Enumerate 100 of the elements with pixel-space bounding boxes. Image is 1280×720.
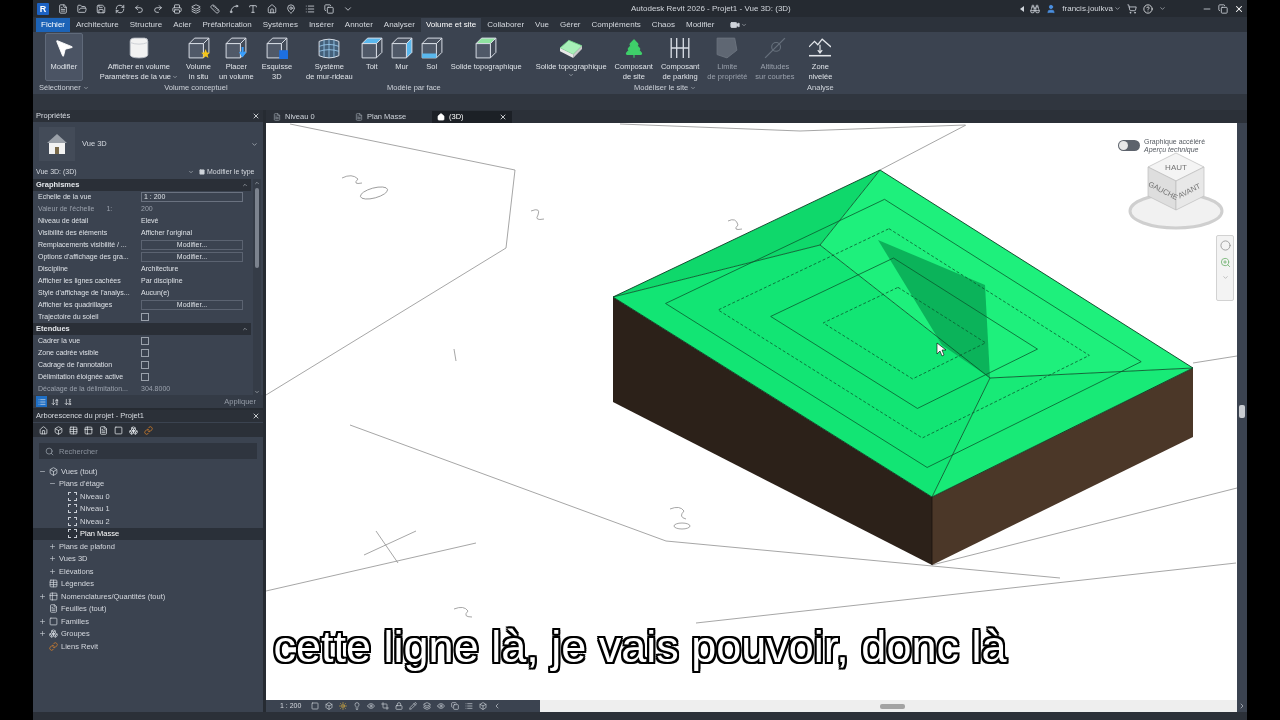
text-icon[interactable] (248, 3, 258, 14)
expand-icon (48, 555, 56, 563)
ribbon-tab[interactable]: Collaborer (482, 18, 530, 32)
user-menu-button[interactable]: francis.joulkva (1062, 2, 1121, 15)
square-icon[interactable] (114, 425, 123, 435)
sun-icon[interactable] (339, 702, 348, 710)
cube-icon[interactable] (54, 425, 63, 435)
vertical-scrollbar[interactable] (1237, 123, 1247, 700)
eye-icon[interactable] (437, 702, 446, 710)
ribbon-tab[interactable]: Chaos (646, 18, 680, 32)
box-arrow-icon (225, 37, 248, 59)
close-icon[interactable] (252, 112, 260, 120)
ribbon-tab[interactable]: Architecture (71, 18, 124, 32)
house-icon (437, 113, 445, 121)
app-logo[interactable]: R (37, 2, 49, 15)
pencil-icon[interactable] (409, 702, 418, 710)
caret-icon[interactable] (1159, 5, 1166, 12)
ribbon-tab[interactable]: Préfabrication (197, 18, 257, 32)
close-icon[interactable] (252, 412, 260, 420)
vertical-scrollbar[interactable] (253, 179, 261, 395)
link-icon (49, 641, 58, 651)
eye-icon[interactable] (367, 702, 376, 710)
expand-icon (48, 542, 56, 550)
layers-icon[interactable] (423, 702, 432, 710)
sheet-icon[interactable] (99, 425, 108, 435)
square-icon[interactable] (311, 702, 320, 710)
checkbox[interactable] (141, 373, 149, 381)
expand-icon (38, 630, 46, 638)
house-icon (39, 127, 75, 161)
redo-icon[interactable] (153, 3, 163, 14)
restore-icon[interactable] (1218, 3, 1228, 14)
caret-icon (188, 169, 194, 175)
help-icon[interactable] (1143, 3, 1153, 14)
toggle-switch[interactable] (1118, 140, 1140, 151)
ribbon-tab[interactable]: Modifier (681, 18, 720, 32)
ribbon-tab[interactable]: Structure (124, 18, 168, 32)
ribbon-tab[interactable]: Volume et site (420, 18, 482, 32)
close-icon[interactable] (499, 113, 507, 121)
ruler-icon[interactable] (210, 3, 220, 14)
box-badge-icon (265, 37, 288, 59)
scrollbar-thumb[interactable] (1239, 405, 1245, 418)
cart-icon[interactable] (1127, 3, 1137, 14)
spline-icon[interactable] (229, 3, 239, 14)
house-icon[interactable] (39, 425, 48, 435)
lock-icon[interactable] (395, 702, 404, 710)
house-icon[interactable] (267, 3, 277, 14)
ribbon-tab[interactable]: Annoter (339, 18, 378, 32)
undo-icon[interactable] (134, 3, 144, 14)
crop-icon[interactable] (381, 702, 390, 710)
checkbox[interactable] (141, 337, 149, 345)
sort-ascending-button[interactable] (49, 396, 60, 407)
horizontal-scrollbar[interactable] (540, 700, 1237, 712)
ribbon-tab[interactable]: Analyser (378, 18, 420, 32)
scrollbar-thumb[interactable] (255, 188, 259, 268)
ribbon-tab[interactable]: Systèmes (257, 18, 303, 32)
caret-left-icon[interactable] (1020, 5, 1025, 12)
windows-icon[interactable] (451, 702, 460, 710)
cube-icon (49, 466, 58, 476)
terrain-icon (560, 37, 583, 59)
link-icon[interactable] (144, 425, 153, 435)
save-icon[interactable] (96, 3, 106, 14)
table-icon (49, 591, 58, 601)
ribbon-tab[interactable]: Compléments (586, 18, 646, 32)
ribbon-tab[interactable]: Acier (168, 18, 197, 32)
solid-block-icon (127, 37, 150, 59)
document-icon[interactable] (58, 3, 68, 14)
ribbon-tab[interactable]: Insérer (303, 18, 339, 32)
printer-icon[interactable] (172, 3, 182, 14)
pin-icon[interactable] (286, 3, 296, 14)
cube-icon[interactable] (325, 702, 334, 710)
scroll-right-icon[interactable] (1238, 702, 1246, 710)
scrollbar-thumb[interactable] (880, 703, 905, 709)
sync-icon[interactable] (115, 3, 125, 14)
folder-icon[interactable] (77, 3, 87, 14)
table-icon[interactable] (69, 425, 78, 435)
bulb-icon[interactable] (353, 702, 362, 710)
file-tab[interactable]: Fichier (36, 18, 70, 32)
boxes-icon[interactable] (129, 425, 138, 435)
table-icon[interactable] (84, 425, 93, 435)
parking-grid-icon (669, 37, 692, 59)
cube-icon[interactable] (479, 702, 488, 710)
binoculars-icon[interactable] (1030, 3, 1041, 14)
close-icon[interactable] (1234, 3, 1244, 14)
list-icon[interactable] (305, 3, 315, 14)
collapse-icon (242, 182, 248, 188)
sort-descending-button[interactable] (62, 396, 73, 407)
checkbox[interactable] (141, 349, 149, 357)
boundary-icon (716, 37, 739, 59)
box-side-face-icon (390, 37, 413, 59)
sheet-icon (355, 113, 363, 121)
expand-icon (38, 592, 46, 600)
ribbon-tab[interactable]: Vue (530, 18, 555, 32)
layers-icon[interactable] (191, 3, 201, 14)
checkbox[interactable] (141, 313, 149, 321)
checkbox[interactable] (141, 361, 149, 369)
expand-icon (48, 567, 56, 575)
ribbon-tab[interactable]: Gérer (555, 18, 586, 32)
windows-icon[interactable] (324, 3, 334, 14)
caret-icon (251, 140, 258, 148)
list-icon[interactable] (465, 702, 474, 710)
